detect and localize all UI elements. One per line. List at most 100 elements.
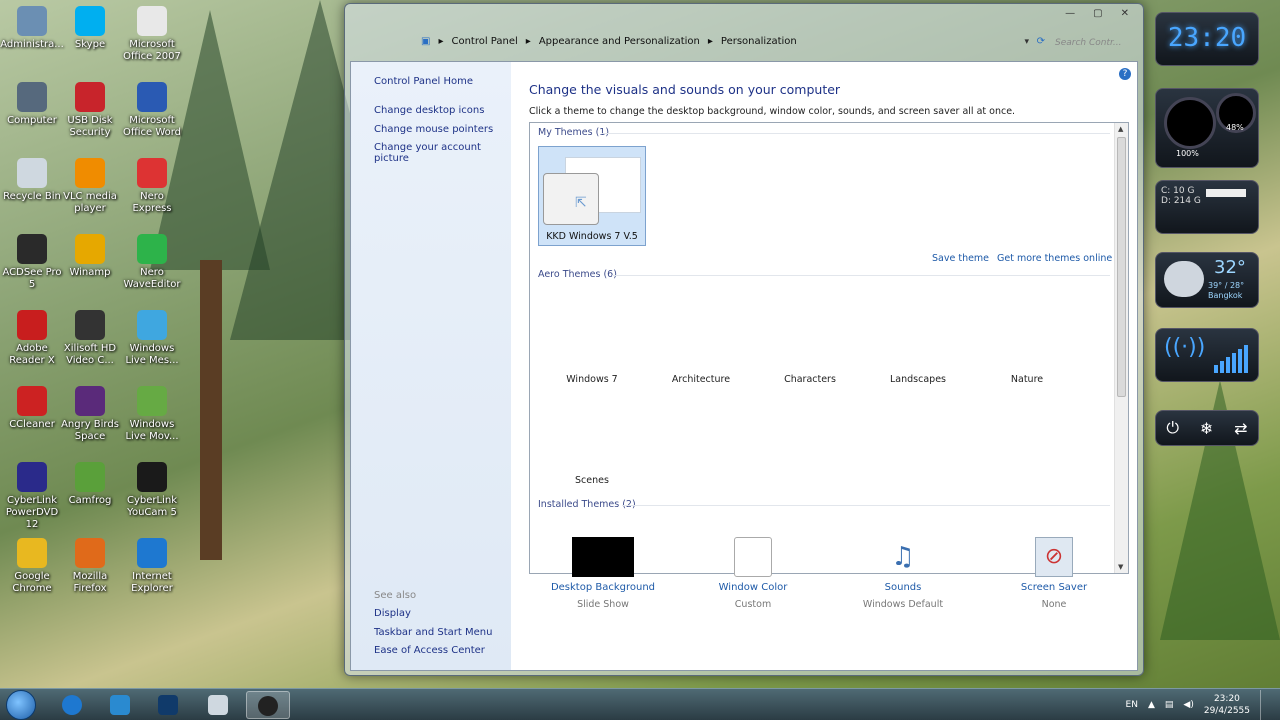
desktop-icon[interactable]: Camfrog bbox=[58, 462, 122, 507]
desktop-icon-label: Nero WaveEditor bbox=[123, 267, 181, 290]
ease-of-access-link[interactable]: Ease of Access Center bbox=[374, 645, 485, 656]
close-button[interactable]: ✕ bbox=[1121, 8, 1129, 19]
desktop-icon[interactable]: CCleaner bbox=[0, 386, 64, 431]
refresh-icon[interactable]: ⟳ bbox=[1037, 36, 1045, 47]
themes-scrollbar[interactable]: ▲ ▼ bbox=[1114, 123, 1128, 573]
weather-gadget[interactable]: 32° 39° / 28° Bangkok bbox=[1155, 252, 1259, 308]
sounds-button[interactable]: ♫ Sounds Windows Default bbox=[838, 537, 968, 610]
scroll-thumb[interactable] bbox=[1117, 137, 1126, 397]
breadcrumb-control-panel[interactable]: Control Panel bbox=[451, 36, 517, 47]
get-more-themes-link[interactable]: Get more themes online bbox=[997, 253, 1112, 264]
theme-item-nature[interactable]: Nature bbox=[977, 374, 1077, 385]
desktop-icon[interactable]: Administra... bbox=[0, 6, 64, 51]
volume-icon[interactable]: ◀) bbox=[1183, 700, 1193, 710]
address-bar[interactable]: ▣ ▸ Control Panel ▸ Appearance and Perso… bbox=[421, 36, 797, 47]
drive-meter-gadget[interactable]: C: 10 G D: 214 G bbox=[1155, 180, 1259, 234]
desktop-icon[interactable]: CyberLink PowerDVD 12 bbox=[0, 462, 64, 531]
theme-item-scenes[interactable]: Scenes bbox=[542, 475, 642, 486]
change-desktop-icons-link[interactable]: Change desktop icons bbox=[374, 105, 484, 116]
network-icon[interactable]: ▤ bbox=[1165, 700, 1174, 710]
start-button[interactable] bbox=[6, 690, 36, 720]
desktop-icon[interactable]: VLC media player bbox=[58, 158, 122, 215]
desktop-icon[interactable]: Recycle Bin bbox=[0, 158, 64, 203]
scroll-up-icon[interactable]: ▲ bbox=[1118, 125, 1123, 133]
desktop-icon[interactable]: CyberLink YouCam 5 bbox=[120, 462, 184, 519]
app-icon bbox=[137, 462, 167, 492]
app-icon bbox=[17, 538, 47, 568]
language-indicator[interactable]: EN bbox=[1126, 700, 1138, 710]
taskbar-control-panel-button[interactable] bbox=[196, 691, 240, 719]
window-color-button[interactable]: Window Color Custom bbox=[688, 537, 818, 610]
desktop-icon-label: Microsoft Office 2007 bbox=[123, 39, 181, 62]
desktop-icon[interactable]: Nero WaveEditor bbox=[120, 234, 184, 291]
theme-item-architecture[interactable]: Architecture bbox=[651, 374, 751, 385]
desktop-icon[interactable]: Computer bbox=[0, 82, 64, 127]
app-icon bbox=[17, 310, 47, 340]
theme-item-selected[interactable]: ⇱ KKD Windows 7 V.5 bbox=[538, 146, 646, 246]
dropdown-icon[interactable]: ▾ bbox=[1024, 37, 1029, 47]
taskbar-ie-button[interactable] bbox=[50, 691, 94, 719]
desktop-background-button[interactable]: Desktop Background Slide Show bbox=[538, 537, 668, 610]
display-link[interactable]: Display bbox=[374, 608, 411, 619]
minimize-button[interactable]: — bbox=[1065, 8, 1075, 19]
themes-list: My Themes (1) ⇱ KKD Windows 7 V.5 Save t… bbox=[529, 122, 1129, 574]
desktop-icon-label: Administra... bbox=[0, 39, 64, 50]
taskbar-personalization-button[interactable] bbox=[246, 691, 290, 719]
desktop-icon[interactable]: Google Chrome bbox=[0, 538, 64, 595]
power-icon[interactable]: ⏻ bbox=[1166, 418, 1179, 438]
breadcrumb-appearance[interactable]: Appearance and Personalization bbox=[539, 36, 700, 47]
show-hidden-icons[interactable]: ▲ bbox=[1148, 700, 1155, 710]
save-theme-link[interactable]: Save theme bbox=[932, 253, 989, 264]
desktop-icon[interactable]: Microsoft Office Word bbox=[120, 82, 184, 139]
app-icon bbox=[75, 6, 105, 36]
wifi-gadget[interactable]: ((·)) bbox=[1155, 328, 1259, 382]
help-icon[interactable]: ? bbox=[1119, 68, 1131, 80]
desktop-icon[interactable]: Skype bbox=[58, 6, 122, 51]
taskbar: EN ▲ ▤ ◀) 23:20 29/4/2555 bbox=[0, 688, 1280, 720]
switch-icon[interactable]: ⇄ bbox=[1234, 419, 1247, 438]
desktop-background-value: Slide Show bbox=[577, 599, 629, 610]
taskbar-clock[interactable]: 23:20 29/4/2555 bbox=[1204, 693, 1250, 717]
desktop-icon[interactable]: Adobe Reader X bbox=[0, 310, 64, 367]
desktop-icon[interactable]: Angry Birds Space bbox=[58, 386, 122, 443]
taskbar-media-player-button[interactable] bbox=[146, 691, 190, 719]
screen-saver-icon: ⊘ bbox=[1035, 537, 1073, 577]
clock-gadget[interactable]: 23:20 bbox=[1155, 12, 1259, 66]
disk-c-bar bbox=[1206, 189, 1246, 197]
desktop-icon[interactable]: Nero Express bbox=[120, 158, 184, 215]
desktop-icon-label: Adobe Reader X bbox=[9, 343, 55, 366]
change-account-picture-link[interactable]: Change your account picture bbox=[374, 142, 511, 164]
desktop-icon[interactable]: ACDSee Pro 5 bbox=[0, 234, 64, 291]
desktop-icon-label: Nero Express bbox=[132, 191, 172, 214]
desktop-icon[interactable]: Xilisoft HD Video C... bbox=[58, 310, 122, 367]
desktop-icon[interactable]: Windows Live Mes... bbox=[120, 310, 184, 367]
desktop-icon[interactable]: Winamp bbox=[58, 234, 122, 279]
app-icon bbox=[137, 82, 167, 112]
desktop-icon[interactable]: Windows Live Mov... bbox=[120, 386, 184, 443]
screen-saver-button[interactable]: ⊘ Screen Saver None bbox=[989, 537, 1119, 610]
snowflake-icon[interactable]: ❄ bbox=[1200, 419, 1213, 438]
taskbar-explorer-button[interactable] bbox=[98, 691, 142, 719]
show-desktop-button[interactable] bbox=[1260, 690, 1270, 720]
theme-item-characters[interactable]: Characters bbox=[760, 374, 860, 385]
cpu-meter-gadget[interactable]: 100% 48% bbox=[1155, 88, 1259, 168]
change-mouse-pointers-link[interactable]: Change mouse pointers bbox=[374, 124, 493, 135]
window-titlebar[interactable]: — ▢ ✕ ▣ ▸ Control Panel ▸ Appearance and… bbox=[345, 4, 1143, 62]
breadcrumb-personalization[interactable]: Personalization bbox=[721, 36, 797, 47]
control-panel-home-link[interactable]: Control Panel Home bbox=[374, 76, 473, 87]
app-icon bbox=[17, 462, 47, 492]
desktop-icon[interactable]: Mozilla Firefox bbox=[58, 538, 122, 595]
taskbar-start-menu-link[interactable]: Taskbar and Start Menu bbox=[374, 627, 492, 638]
theme-item-landscapes[interactable]: Landscapes bbox=[868, 374, 968, 385]
desktop-icon[interactable]: Microsoft Office 2007 bbox=[120, 6, 184, 63]
ie-icon bbox=[62, 695, 82, 715]
desktop-icon-label: ACDSee Pro 5 bbox=[2, 267, 62, 290]
search-input[interactable]: Search Contr... bbox=[1049, 35, 1131, 55]
desktop-icon[interactable]: USB Disk Security bbox=[58, 82, 122, 139]
desktop-icon-label: Mozilla Firefox bbox=[72, 571, 108, 594]
taskbar-date: 29/4/2555 bbox=[1203, 706, 1250, 716]
folder-icon bbox=[110, 695, 130, 715]
desktop-icon[interactable]: Internet Explorer bbox=[120, 538, 184, 595]
theme-item-windows-7[interactable]: Windows 7 bbox=[542, 374, 642, 385]
maximize-button[interactable]: ▢ bbox=[1093, 8, 1102, 19]
